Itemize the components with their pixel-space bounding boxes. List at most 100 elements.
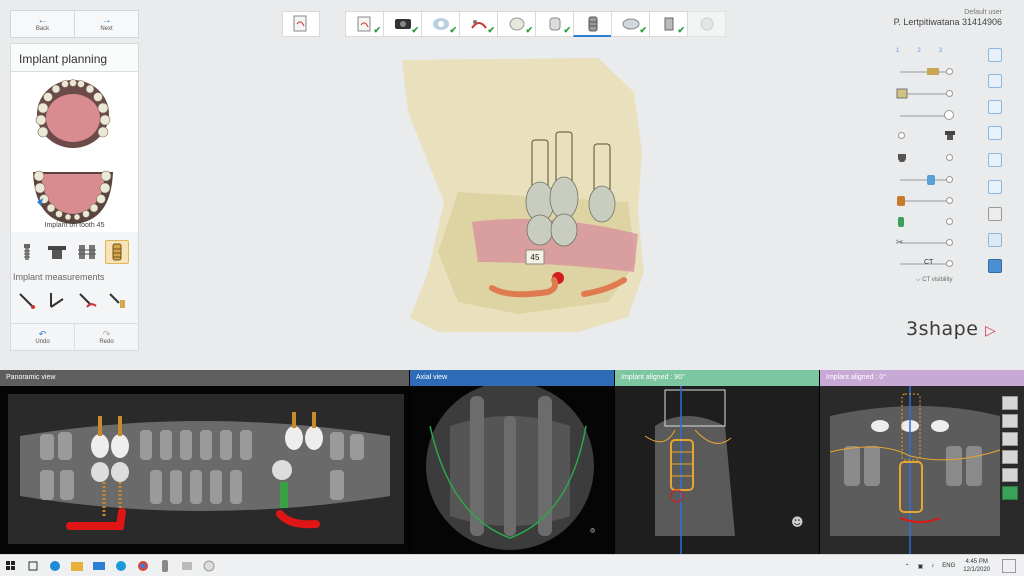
clock[interactable]: 4:45 PM 12/1/2020 [963,558,990,574]
angle-measure-tool[interactable] [45,288,69,312]
view-top-icon[interactable] [988,153,1002,167]
layer-tab-1[interactable]: 1 [896,48,899,54]
aligned-0-title: Implant aligned : 0° [820,370,1024,386]
layer-slider-4[interactable] [896,130,956,142]
view-bottom-icon[interactable] [988,180,1002,194]
implant-studio-icon[interactable] [154,555,176,576]
aligned-90-title: Implant aligned : 90° [615,370,819,386]
nav-buttons: ← Back → Next [10,10,139,38]
file-explorer-icon[interactable] [66,555,88,576]
distance-measure-icon [19,293,35,309]
nerve-distance-tool[interactable] [75,288,99,312]
axial-view-title: Axial view [410,370,614,386]
workflow-step-3[interactable]: ✔ [421,11,460,37]
crown-icon [509,17,524,31]
ct-scan-icon [394,19,411,29]
next-button[interactable]: → Next [74,11,138,37]
ct-visibility-toggle[interactable]: ⌵ CT visibility [916,277,952,284]
language-indicator[interactable]: ENG [942,563,955,569]
layer-slider-9[interactable]: ✂ [896,237,956,249]
implant-aligned-0-view[interactable]: Implant aligned : 0° [820,370,1024,554]
app-icon-2[interactable] [176,555,198,576]
layer-slider-7[interactable] [896,195,956,207]
view-right-icon[interactable] [988,126,1002,140]
layer-slider-3[interactable] [896,110,956,122]
axial-view[interactable]: Axial view ◎ [410,370,614,554]
layer-slider-2[interactable] [896,88,956,100]
workflow-step-6[interactable]: ✔ [535,11,574,37]
back-button[interactable]: ← Back [11,11,74,37]
implant-distance-tool[interactable] [105,288,129,312]
sleeve-layer-icon [927,175,935,185]
workflow-step-5[interactable]: ✔ [497,11,536,37]
patient-view-icon[interactable] [988,233,1002,247]
layer-slider-8[interactable] [896,216,956,228]
skull-3d-model: 45 [402,58,644,332]
guide-icon [622,18,639,30]
order-form-button[interactable] [282,11,320,37]
jaw-preview[interactable] [11,72,138,232]
undo-icon: ↶ [38,329,47,339]
slice-tool-6[interactable] [1002,486,1018,500]
implant-selected-tool[interactable] [105,240,129,264]
view-front-icon[interactable] [988,48,1002,62]
view-left-icon[interactable] [988,100,1002,114]
slice-tool-4[interactable] [1002,450,1018,464]
redo-button[interactable]: ↷ Redo [74,324,138,351]
notification-icon[interactable] [1002,559,1016,573]
layer-tab-2[interactable]: 2 [917,48,920,54]
ct-slider[interactable]: CT [896,258,956,270]
multi-implant-icon [78,245,96,259]
layer-slider-1[interactable] [896,66,956,78]
workflow-step-8[interactable]: ✔ [611,11,650,37]
slice-tool-5[interactable] [1002,468,1018,482]
tooth-setup-icon [549,17,560,31]
layer-tab-3[interactable]: 3 [939,48,942,54]
task-view-icon[interactable] [22,555,44,576]
chrome-icon[interactable] [132,555,154,576]
panel-title: Implant planning [11,44,138,72]
3d-viewer[interactable]: 45 [398,52,668,336]
undo-label: Undo [35,339,50,345]
patient-name: P. Lertpitiwatana 31414906 [893,17,1002,27]
view-back-icon[interactable] [988,74,1002,88]
undo-button[interactable]: ↶ Undo [11,324,74,351]
crown-layer-icon [927,68,939,75]
slice-tool-3[interactable] [1002,432,1018,446]
network-icon[interactable]: ▣ [918,563,924,570]
ct-label: CT [924,259,934,266]
layer-slider-6[interactable] [896,174,956,186]
checkmark-icon: ✔ [411,25,419,35]
implant-screw-tool[interactable] [15,240,39,264]
panoramic-view[interactable]: Panoramic view [0,370,409,554]
camera-icon[interactable] [988,207,1002,221]
volume-icon[interactable]: ♪ [931,563,934,569]
user-info: Default user P. Lertpitiwatana 31414906 [894,9,1002,27]
browser-icon[interactable] [110,555,132,576]
slice-tool-1[interactable] [1002,396,1018,410]
workflow-step-10[interactable] [687,11,726,37]
workflow-step-4[interactable]: ✔ [459,11,498,37]
layer-slider-5[interactable] [896,152,956,164]
app-icon-3[interactable] [198,555,220,576]
checkmark-icon: ✔ [449,25,457,35]
dental-arch-icon [33,79,113,224]
implant-aligned-90-view[interactable]: Implant aligned : 90° ☻ [615,370,819,554]
workflow-step-2[interactable]: ✔ [383,11,422,37]
multi-implant-tool[interactable] [75,240,99,264]
chevron-up-icon[interactable]: ⌃ [905,563,910,570]
mail-icon[interactable] [88,555,110,576]
abutment-tool[interactable] [45,240,69,264]
distance-measure-tool[interactable] [15,288,39,312]
comment-icon[interactable] [988,259,1002,273]
workflow-step-1[interactable]: ✔ [345,11,384,37]
workflow-step-9[interactable]: ✔ [649,11,688,37]
alignment-icon [432,18,449,30]
workflow-step-7[interactable] [573,11,612,37]
windows-start-icon[interactable] [0,555,22,576]
orientation-marker-icon: ◎ [590,528,595,534]
system-tray: ⌃ ▣ ♪ ENG 4:45 PM 12/1/2020 [905,555,990,576]
slice-tool-2[interactable] [1002,414,1018,428]
user-role: Default user [964,9,1002,16]
edge-icon[interactable] [44,555,66,576]
